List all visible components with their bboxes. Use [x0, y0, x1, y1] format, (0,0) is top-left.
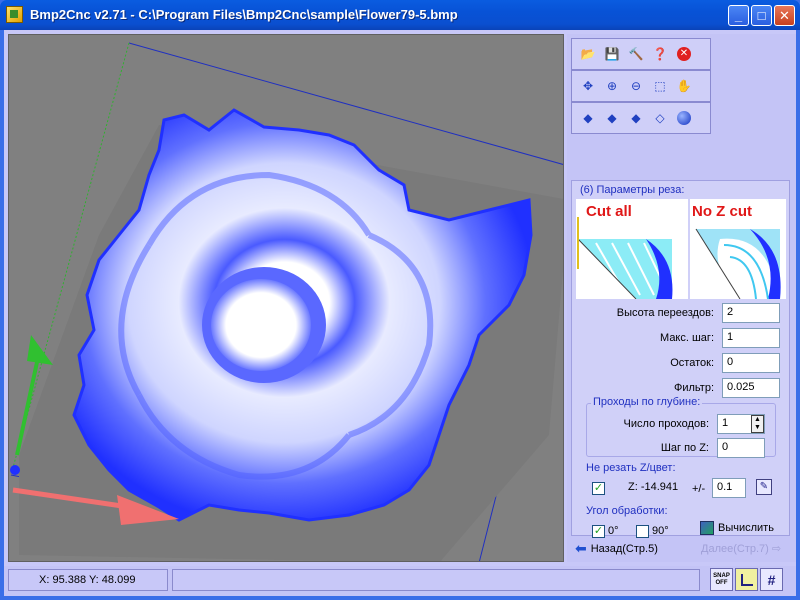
app-window: Bmp2Cnc v2.71 - C:\Program Files\Bmp2Cnc… — [0, 0, 800, 600]
snap-toggle-button[interactable]: SNAP OFF — [710, 568, 733, 591]
title-bar[interactable]: Bmp2Cnc v2.71 - C:\Program Files\Bmp2Cnc… — [0, 0, 800, 30]
view-front-icon[interactable]: ◆ — [604, 110, 620, 126]
angle-group: Угол обработки: ✓ 0° 90° — [580, 505, 680, 538]
arrow-left-icon: ⬅ — [575, 540, 587, 556]
window-title: Bmp2Cnc v2.71 - C:\Program Files\Bmp2Cnc… — [30, 7, 458, 22]
remainder-input[interactable]: 0 — [722, 353, 780, 373]
z-readout: Z: -14.941 — [628, 481, 679, 493]
angle-legend: Угол обработки: — [584, 505, 670, 517]
maximize-button[interactable]: □ — [751, 5, 772, 26]
origin-marker — [10, 465, 20, 475]
plus-minus-label: +/- — [692, 483, 706, 495]
app-icon[interactable] — [6, 6, 23, 23]
axes-icon — [740, 573, 753, 586]
pick-color-icon[interactable]: ✎ — [756, 479, 772, 495]
travel-height-input[interactable]: 2 — [722, 303, 780, 323]
projection-toolbar: ◆ ◆ ◆ ◇ — [571, 102, 711, 134]
cut-all-label: Cut all — [586, 203, 632, 220]
tools-icon[interactable]: 🔨 — [628, 46, 644, 62]
save-icon[interactable]: 💾 — [604, 46, 620, 62]
grid-icon: # — [767, 571, 776, 588]
minimize-button[interactable]: _ — [728, 5, 749, 26]
zoom-out-icon[interactable]: ⊖ — [628, 78, 644, 94]
no-cut-group: Не резать Z/цвет: ✓ Z: -14.941 +/- 0.1 ✎ — [580, 462, 780, 498]
sphere-icon[interactable] — [676, 110, 692, 126]
compute-button[interactable]: Вычислить — [700, 521, 774, 535]
status-message — [172, 569, 700, 591]
open-icon[interactable]: 📂 — [580, 46, 596, 62]
side-panel: 📂 💾 🔨 ❓ ✕ ✥ ⊕ ⊖ ⬚ ✋ ◆ ◆ ◆ ◇ (6) Параметр… — [567, 34, 796, 562]
next-label: Далее(Стр.7) — [701, 543, 769, 555]
depth-passes-group: Проходы по глубине: Число проходов: 1 ▲ ▼… — [586, 396, 776, 458]
z-step-input[interactable]: 0 — [717, 438, 765, 458]
angle-90-label: 90° — [652, 525, 669, 537]
y-axis-arrow-head — [27, 335, 53, 365]
num-passes-spinner[interactable]: ▲ ▼ — [751, 415, 764, 433]
depth-passes-legend: Проходы по глубине: — [591, 396, 703, 408]
cut-params-group: (6) Параметры реза: Cut all No Z cut Выс… — [571, 180, 790, 538]
coords-readout: X: 95.388 Y: 48.099 — [8, 569, 168, 591]
no-z-cut-preview[interactable]: No Z cut — [690, 199, 786, 299]
z-step-label: Шаг по Z: — [660, 442, 709, 454]
compute-icon — [700, 521, 714, 535]
travel-height-label: Высота переездов: — [616, 307, 714, 319]
back-button[interactable]: ⬅ Назад(Стр.5) — [575, 540, 658, 557]
close-file-icon[interactable]: ✕ — [676, 46, 692, 62]
remainder-label: Остаток: — [670, 357, 714, 369]
help-icon[interactable]: ❓ — [652, 46, 668, 62]
axes-toggle-button[interactable] — [735, 568, 758, 591]
view-side-icon[interactable]: ◆ — [628, 110, 644, 126]
file-toolbar: 📂 💾 🔨 ❓ ✕ — [571, 38, 711, 70]
3d-viewport[interactable] — [8, 34, 564, 562]
flower-center — [211, 279, 311, 371]
angle-0-label: 0° — [608, 525, 619, 537]
view-top-icon[interactable]: ◆ — [580, 110, 596, 126]
no-cut-checkbox[interactable]: ✓ — [592, 482, 605, 495]
relief-render — [10, 42, 563, 561]
pan-icon[interactable]: ✋ — [676, 78, 692, 94]
filter-label: Фильтр: — [673, 382, 714, 394]
zoom-in-icon[interactable]: ⊕ — [604, 78, 620, 94]
compute-label: Вычислить — [718, 522, 774, 534]
next-button[interactable]: Далее(Стр.7) ⇨ — [701, 542, 781, 555]
client-area: 📂 💾 🔨 ❓ ✕ ✥ ⊕ ⊖ ⬚ ✋ ◆ ◆ ◆ ◇ (6) Параметр… — [4, 30, 796, 596]
filter-input[interactable]: 0.025 — [722, 378, 780, 398]
angle-90-checkbox[interactable] — [636, 525, 649, 538]
zoom-window-icon[interactable]: ⬚ — [652, 78, 668, 94]
tolerance-input[interactable]: 0.1 — [712, 478, 746, 498]
grid-toggle-button[interactable]: # — [760, 568, 783, 591]
status-bar: X: 95.388 Y: 48.099 SNAP OFF # — [4, 566, 796, 596]
cut-all-preview[interactable]: Cut all — [576, 199, 688, 299]
arrow-right-icon: ⇨ — [771, 543, 782, 555]
no-z-cut-label: No Z cut — [692, 203, 752, 220]
params-legend: (6) Параметры реза: — [580, 184, 685, 196]
move-icon[interactable]: ✥ — [580, 78, 596, 94]
close-button[interactable]: ✕ — [774, 5, 795, 26]
max-step-label: Макс. шаг: — [660, 332, 714, 344]
no-cut-legend: Не резать Z/цвет: — [584, 462, 678, 474]
max-step-input[interactable]: 1 — [722, 328, 780, 348]
view-toolbar: ✥ ⊕ ⊖ ⬚ ✋ — [571, 70, 711, 102]
num-passes-label: Число проходов: — [623, 418, 709, 430]
view-iso-icon[interactable]: ◇ — [652, 110, 668, 126]
back-label: Назад(Стр.5) — [590, 542, 658, 555]
angle-0-checkbox[interactable]: ✓ — [592, 525, 605, 538]
